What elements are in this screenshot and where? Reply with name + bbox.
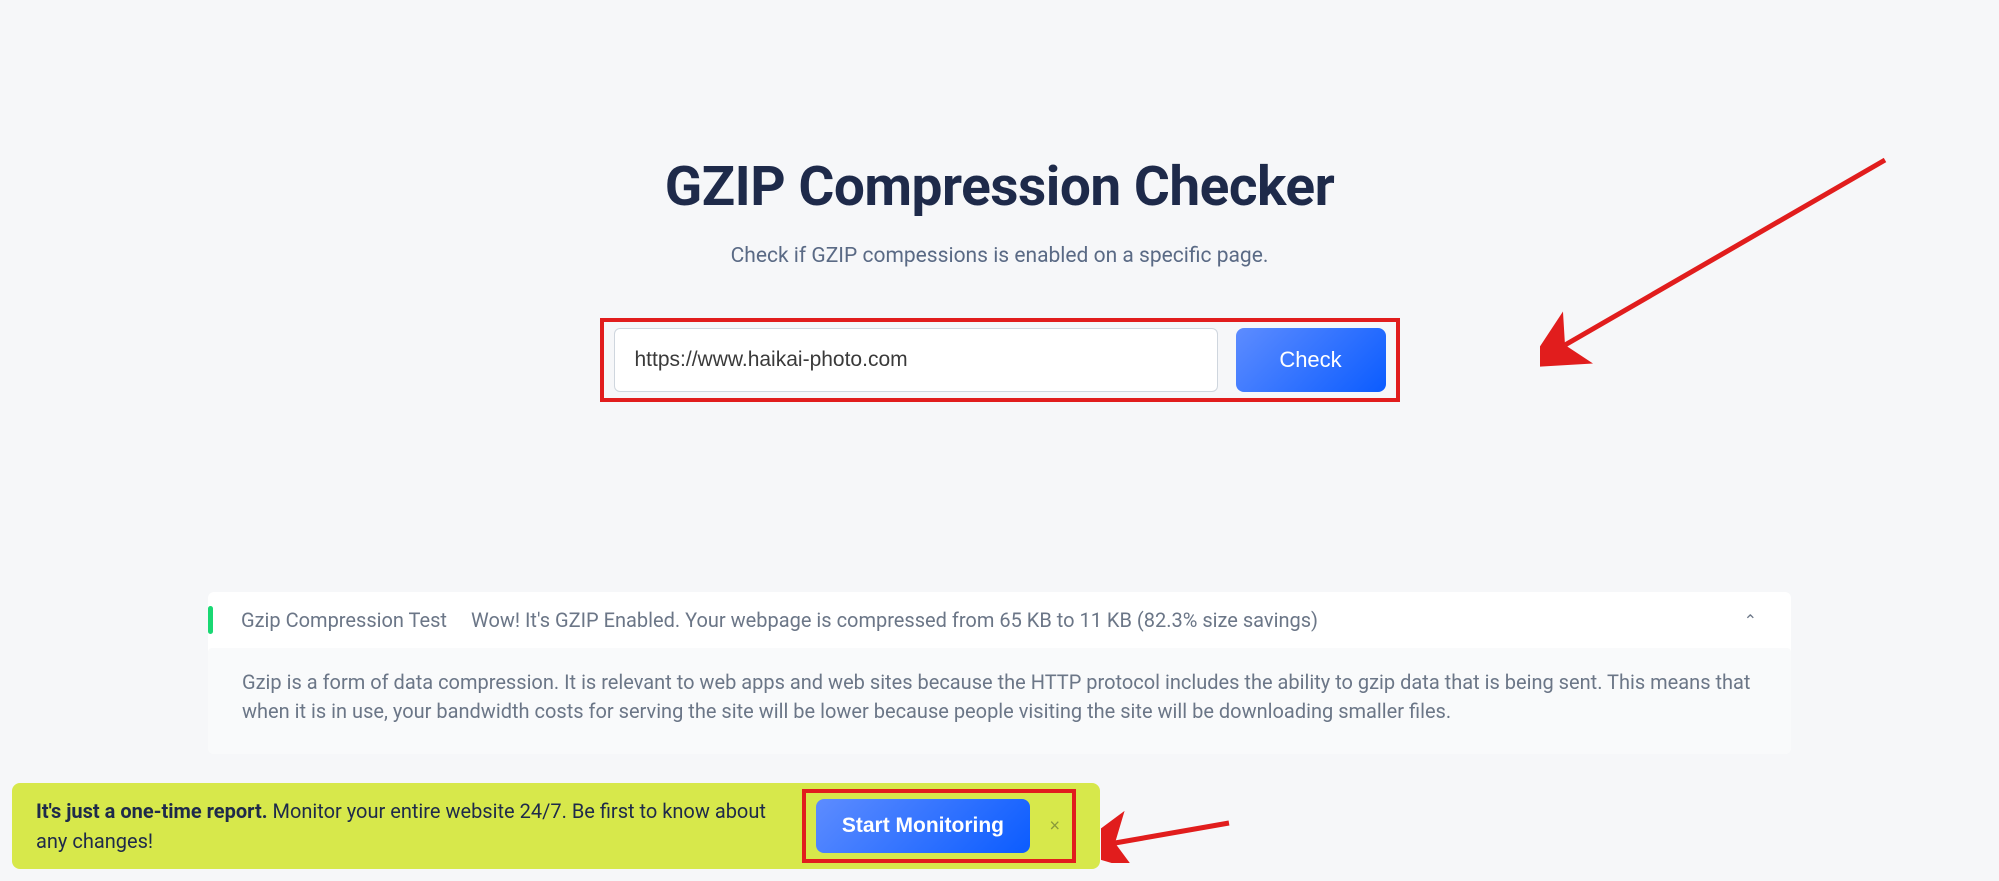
result-card: Gzip Compression Test Wow! It's GZIP Ena… [208, 592, 1791, 754]
status-indicator [208, 606, 213, 634]
result-title: Gzip Compression Test [241, 606, 471, 634]
result-message: Wow! It's GZIP Enabled. Your webpage is … [471, 606, 1740, 634]
check-button[interactable]: Check [1236, 328, 1386, 392]
hero: GZIP Compression Checker Check if GZIP c… [0, 0, 1999, 402]
banner-button-highlight: Start Monitoring × [802, 789, 1076, 863]
result-header[interactable]: Gzip Compression Test Wow! It's GZIP Ena… [208, 592, 1791, 648]
annotation-arrow-bottom-icon [1101, 803, 1241, 863]
close-icon[interactable]: × [1049, 816, 1060, 837]
result-description: Gzip is a form of data compression. It i… [208, 648, 1791, 754]
url-input[interactable] [614, 328, 1218, 392]
page-subtitle: Check if GZIP compessions is enabled on … [0, 244, 1999, 268]
url-form-highlight: Check [600, 318, 1400, 402]
start-monitoring-button[interactable]: Start Monitoring [816, 799, 1030, 853]
banner-bold: It's just a one-time report. [36, 799, 268, 823]
banner-text: It's just a one-time report. Monitor you… [36, 796, 802, 856]
chevron-up-icon[interactable]: ⌃ [1740, 607, 1761, 634]
page-title: GZIP Compression Checker [0, 155, 1999, 219]
monitoring-banner: It's just a one-time report. Monitor you… [12, 783, 1100, 869]
